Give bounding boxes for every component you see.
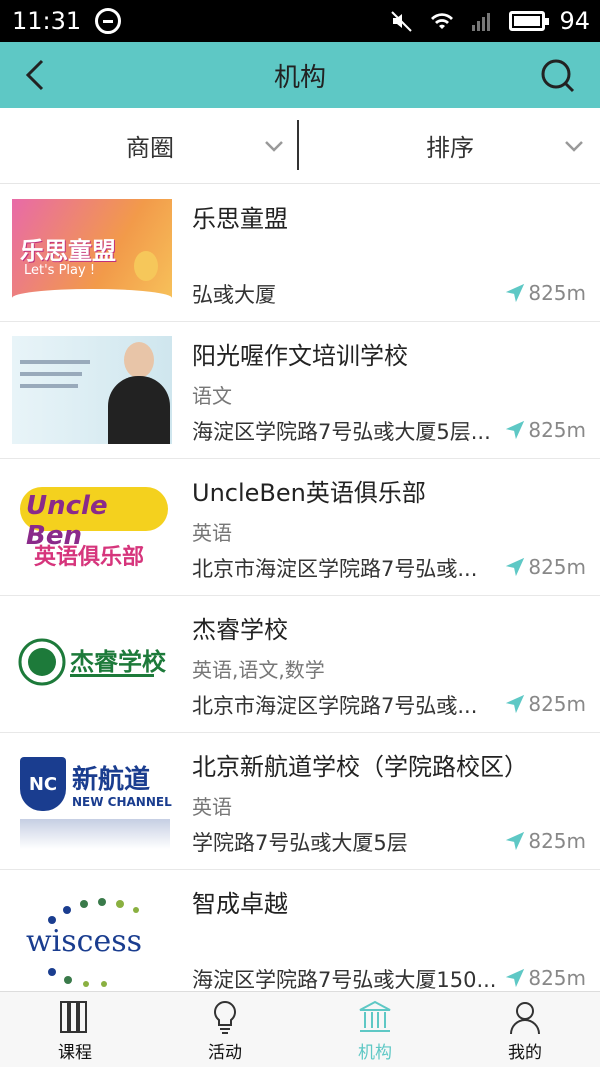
distance: 825m — [504, 281, 586, 305]
institution-subjects: 英语,语文,数学 — [192, 658, 325, 682]
institution-thumbnail: 乐思童盟 Let's Play ! — [12, 199, 172, 307]
list-item[interactable]: wiscess 智成卓越 海淀区学院路7号弘彧大厦150... 825m — [0, 870, 600, 1007]
battery-icon — [509, 11, 550, 31]
location-arrow-icon — [506, 283, 525, 303]
chevron-down-icon — [265, 141, 283, 152]
distance: 825m — [504, 966, 586, 990]
institution-address: 北京市海淀区学院路7号弘彧... — [192, 557, 478, 581]
lightbulb-icon — [214, 1000, 236, 1034]
chevron-down-icon — [565, 141, 583, 152]
institution-name: 杰睿学校 — [192, 616, 288, 644]
location-arrow-icon — [506, 557, 525, 577]
user-icon — [510, 1002, 540, 1035]
location-arrow-icon — [506, 968, 525, 988]
institution-address: 弘彧大厦 — [192, 283, 276, 307]
school-seal-icon — [18, 638, 66, 686]
distance: 825m — [504, 555, 586, 579]
institution-thumbnail — [12, 336, 172, 444]
institution-list: 乐思童盟 Let's Play ! 乐思童盟 弘彧大厦 825m 阳光喔作文培训… — [0, 185, 600, 1007]
app-bar: 机构 — [0, 42, 600, 108]
books-icon — [60, 1001, 87, 1033]
institution-name: 北京新航道学校（学院路校区） — [192, 753, 528, 781]
institution-name: 智成卓越 — [192, 890, 288, 918]
back-arrow-icon[interactable] — [18, 55, 58, 95]
institution-address: 海淀区学院路7号弘彧大厦150... — [192, 968, 497, 992]
distance: 825m — [504, 692, 586, 716]
tab-label: 我的 — [508, 1043, 542, 1063]
institution-address: 北京市海淀区学院路7号弘彧... — [192, 694, 478, 718]
battery-level: 94 — [559, 7, 590, 35]
bottom-tab-bar: 课程 活动 机构 我的 — [0, 991, 600, 1067]
location-arrow-icon — [506, 831, 525, 851]
list-item[interactable]: 阳光喔作文培训学校 语文 海淀区学院路7号弘彧大厦5层... 825m — [0, 322, 600, 459]
tab-profile[interactable]: 我的 — [450, 992, 600, 1067]
mute-icon — [391, 11, 413, 32]
list-item[interactable]: 杰睿学校 杰睿学校 英语,语文,数学 北京市海淀区学院路7号弘彧... 825m — [0, 596, 600, 733]
institution-subjects: 英语 — [192, 521, 232, 545]
location-arrow-icon — [506, 694, 525, 714]
status-bar: 11:31 94 — [0, 0, 600, 42]
list-item[interactable]: 乐思童盟 Let's Play ! 乐思童盟 弘彧大厦 825m — [0, 185, 600, 322]
tab-label: 活动 — [208, 1043, 242, 1063]
distance: 825m — [504, 418, 586, 442]
tab-institutions[interactable]: 机构 — [300, 992, 450, 1067]
list-item[interactable]: Uncle Ben 英语俱乐部 UncleBen英语俱乐部 英语 北京市海淀区学… — [0, 459, 600, 596]
tab-activities[interactable]: 活动 — [150, 992, 300, 1067]
sync-icon — [95, 8, 122, 34]
tab-label: 课程 — [58, 1043, 92, 1063]
institution-name: 乐思童盟 — [192, 205, 288, 233]
institution-thumbnail: NC 新航道 NEW CHANNEL — [12, 747, 172, 855]
institution-name: UncleBen英语俱乐部 — [192, 479, 426, 507]
distance: 825m — [504, 829, 586, 853]
filter-divider — [297, 120, 299, 170]
search-icon[interactable] — [538, 56, 578, 96]
wifi-icon — [431, 13, 454, 29]
institution-thumbnail: Uncle Ben 英语俱乐部 — [12, 473, 172, 581]
institution-name: 阳光喔作文培训学校 — [192, 342, 408, 370]
status-right: 94 — [389, 7, 590, 35]
institution-subjects: 语文 — [192, 384, 232, 408]
institution-subjects: 英语 — [192, 795, 232, 819]
area-filter[interactable]: 商圈 — [0, 108, 300, 183]
sort-filter-label: 排序 — [426, 134, 474, 162]
institution-thumbnail: wiscess — [12, 884, 172, 992]
status-time: 11:31 — [12, 7, 82, 35]
page-title: 机构 — [273, 62, 326, 93]
list-item[interactable]: NC 新航道 NEW CHANNEL 北京新航道学校（学院路校区） 英语 学院路… — [0, 733, 600, 870]
tab-label: 机构 — [358, 1043, 392, 1063]
institution-icon — [359, 1000, 391, 1032]
institution-thumbnail: 杰睿学校 — [12, 610, 172, 718]
institution-address: 海淀区学院路7号弘彧大厦5层... — [192, 420, 491, 444]
tab-courses[interactable]: 课程 — [0, 992, 150, 1067]
filter-bar: 商圈 排序 — [0, 108, 600, 184]
location-arrow-icon — [506, 420, 525, 440]
area-filter-label: 商圈 — [126, 134, 174, 162]
institution-address: 学院路7号弘彧大厦5层 — [192, 831, 408, 855]
sort-filter[interactable]: 排序 — [300, 108, 600, 183]
signal-icon — [472, 13, 491, 31]
